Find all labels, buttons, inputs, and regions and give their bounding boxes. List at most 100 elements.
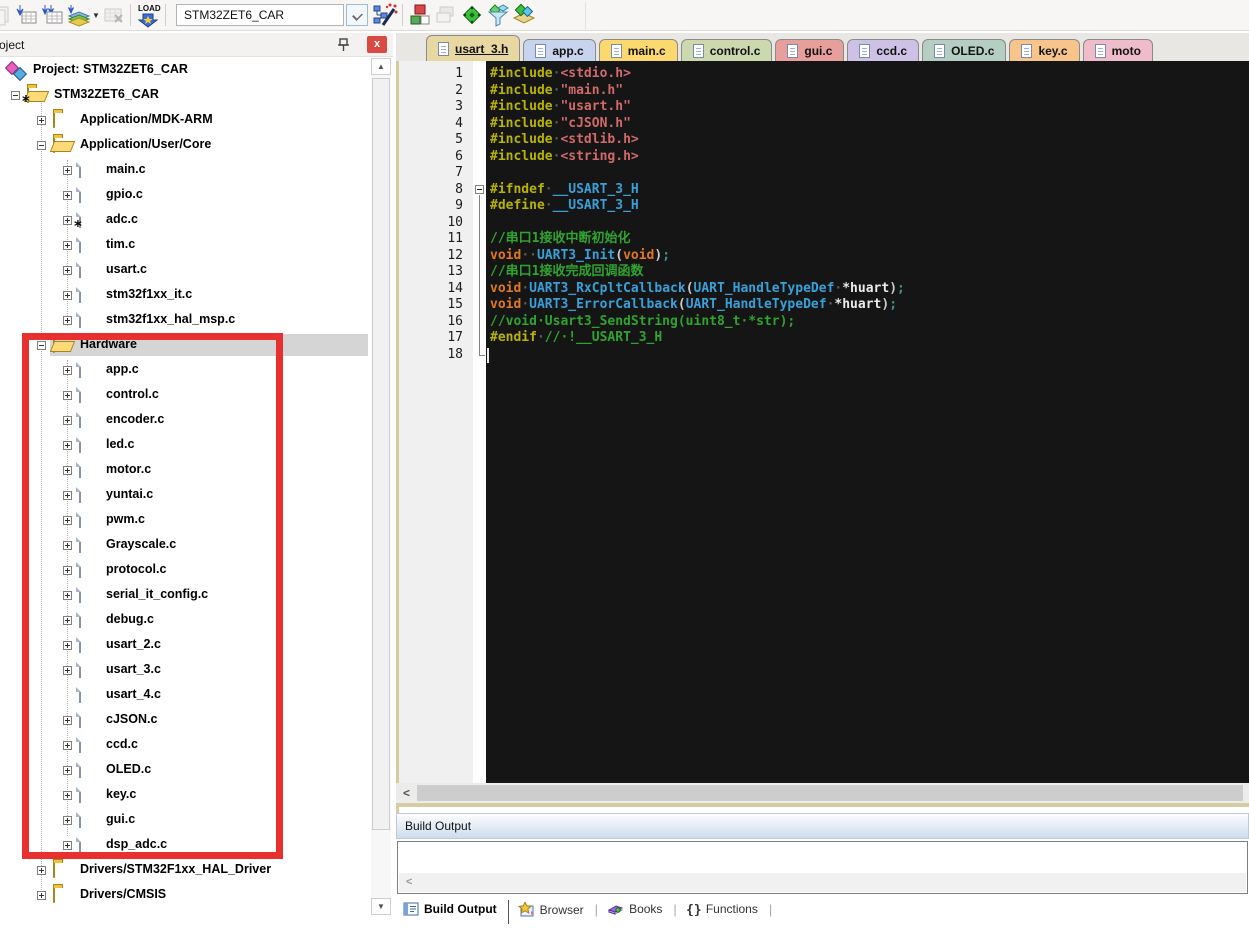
editor-tab-main-c[interactable]: main.c (598, 39, 678, 61)
expand-icon[interactable] (63, 216, 72, 225)
tree-item-oled-c[interactable]: OLED.c (0, 758, 371, 783)
editor-tab-app-c[interactable]: app.c (523, 39, 596, 61)
editor-tab-moto[interactable]: moto (1082, 39, 1153, 61)
expand-icon[interactable] (63, 841, 72, 850)
target-select[interactable]: STM32ZET6_CAR (176, 4, 344, 26)
tree-item-motor-c[interactable]: motor.c (0, 458, 371, 483)
tree-item-application-mdk-arm[interactable]: Application/MDK-ARM (0, 108, 371, 133)
tree-item-dsp-adc-c[interactable]: dsp_adc.c (0, 833, 371, 858)
expand-icon[interactable] (63, 441, 72, 450)
tree-item-serial-it-config-c[interactable]: serial_it_config.c (0, 583, 371, 608)
tree-item-project-stm32zet6-car[interactable]: Project: STM32ZET6_CAR (0, 58, 371, 83)
tree-item-stm32f1xx-hal-msp-c[interactable]: stm32f1xx_hal_msp.c (0, 308, 371, 333)
bottom-tab-browser[interactable]: Browser (511, 900, 593, 917)
editor-tab-key-c[interactable]: key.c (1009, 39, 1080, 61)
tree-item-usart-2-c[interactable]: usart_2.c (0, 633, 371, 658)
rebuild-icon[interactable] (40, 2, 66, 28)
tree-item-gpio-c[interactable]: gpio.c (0, 183, 371, 208)
expand-icon[interactable] (63, 416, 72, 425)
editor-hscrollbar[interactable]: < (396, 783, 1249, 803)
scroll-up-icon[interactable]: ▲ (371, 58, 391, 75)
pin-icon[interactable] (337, 37, 351, 52)
tree-item-drivers-cmsis[interactable]: Drivers/CMSIS (0, 883, 371, 908)
tree-item-stm32f1xx-it-c[interactable]: stm32f1xx_it.c (0, 283, 371, 308)
select-packs-icon[interactable] (485, 2, 511, 28)
editor-tab-usart-3-h[interactable]: usart_3.h (426, 35, 521, 61)
bottom-tab-functions[interactable]: {} Functions (679, 900, 767, 916)
expand-icon[interactable] (63, 566, 72, 575)
tree-item-gui-c[interactable]: gui.c (0, 808, 371, 833)
expand-icon[interactable] (63, 716, 72, 725)
scrollbar-thumb[interactable] (372, 78, 390, 830)
expand-icon[interactable] (63, 291, 72, 300)
tree-item-drivers-stm32f1xx-hal-driver[interactable]: Drivers/STM32F1xx_HAL_Driver (0, 858, 371, 883)
editor-tab-gui-c[interactable]: gui.c (775, 39, 845, 61)
project-tree[interactable]: Project: STM32ZET6_CAR * STM32ZET6_CAR Appl… (0, 58, 393, 915)
tree-item-tim-c[interactable]: tim.c (0, 233, 371, 258)
scroll-left-icon[interactable]: < (398, 784, 415, 802)
tree-item-usart-3-c[interactable]: usart_3.c (0, 658, 371, 683)
code-editor[interactable]: 1 2 3 4 5 6 7 8 9 10 11 12 13 14 15 16 17 18 #include·<st… (396, 61, 1249, 783)
tree-item-cjson-c[interactable]: cJSON.c (0, 708, 371, 733)
close-icon[interactable]: x (367, 36, 387, 53)
build-icon[interactable] (14, 2, 40, 28)
expand-icon[interactable] (63, 766, 72, 775)
tree-item-pwm-c[interactable]: pwm.c (0, 508, 371, 533)
scroll-down-icon[interactable]: ▼ (371, 898, 391, 915)
batch-build-icon[interactable] (66, 2, 92, 28)
editor-tab-ccd-c[interactable]: ccd.c (847, 39, 920, 61)
expand-icon[interactable] (63, 741, 72, 750)
expand-icon[interactable] (63, 616, 72, 625)
collapse-icon[interactable] (37, 341, 46, 350)
expand-icon[interactable] (63, 241, 72, 250)
tree-item-ccd-c[interactable]: ccd.c (0, 733, 371, 758)
console-hscrollbar[interactable]: < (399, 873, 1246, 892)
options-target-icon[interactable] (372, 2, 398, 28)
build-output-console[interactable]: < (397, 841, 1248, 894)
tree-item-led-c[interactable]: led.c (0, 433, 371, 458)
editor-tab-oled-c[interactable]: OLED.c (922, 39, 1007, 61)
dropdown-arrow-icon[interactable]: ▼ (92, 2, 100, 28)
expand-icon[interactable] (63, 641, 72, 650)
tree-item-protocol-c[interactable]: protocol.c (0, 558, 371, 583)
expand-icon[interactable] (63, 266, 72, 275)
expand-icon[interactable] (37, 891, 46, 900)
tree-item-app-c[interactable]: app.c (0, 358, 371, 383)
run-time-env-icon[interactable] (459, 2, 485, 28)
expand-icon[interactable] (63, 666, 72, 675)
collapse-icon[interactable] (37, 141, 46, 150)
expand-icon[interactable] (63, 316, 72, 325)
tree-item-adc-c[interactable]: * adc.c (0, 208, 371, 234)
project-tree-scrollbar[interactable]: ▲ ▼ (371, 58, 391, 915)
bottom-tab-build-output[interactable]: Build Output (396, 900, 506, 916)
bottom-tab-books[interactable]: Books (600, 900, 671, 916)
tree-item-application-user-core[interactable]: Application/User/Core (0, 133, 371, 158)
tree-item-key-c[interactable]: key.c (0, 783, 371, 808)
tree-item-encoder-c[interactable]: encoder.c (0, 408, 371, 433)
tree-item-debug-c[interactable]: debug.c (0, 608, 371, 633)
tree-item-grayscale-c[interactable]: Grayscale.c (0, 533, 371, 558)
fold-collapse-icon[interactable] (475, 184, 484, 194)
expand-icon[interactable] (63, 391, 72, 400)
expand-icon[interactable] (63, 491, 72, 500)
expand-icon[interactable] (63, 166, 72, 175)
expand-icon[interactable] (37, 866, 46, 875)
expand-icon[interactable] (63, 816, 72, 825)
editor-tab-control-c[interactable]: control.c (680, 39, 773, 61)
tree-item-hardware[interactable]: Hardware (0, 333, 371, 358)
tree-item-yuntai-c[interactable]: yuntai.c (0, 483, 371, 508)
expand-icon[interactable] (63, 541, 72, 550)
expand-icon[interactable] (63, 466, 72, 475)
tree-item-control-c[interactable]: control.c (0, 383, 371, 408)
expand-icon[interactable] (37, 116, 46, 125)
tree-item-stm32zet6-car[interactable]: * STM32ZET6_CAR (0, 83, 371, 109)
scrollbar-thumb[interactable] (417, 785, 1243, 801)
expand-icon[interactable] (63, 191, 72, 200)
expand-icon[interactable] (63, 591, 72, 600)
pack-installer-icon[interactable] (511, 2, 537, 28)
download-icon[interactable]: LOAD (135, 2, 161, 28)
tree-item-usart-4-c[interactable]: usart_4.c (0, 683, 371, 708)
manage-items-icon[interactable] (407, 2, 433, 28)
collapse-icon[interactable] (11, 91, 20, 100)
expand-icon[interactable] (63, 516, 72, 525)
